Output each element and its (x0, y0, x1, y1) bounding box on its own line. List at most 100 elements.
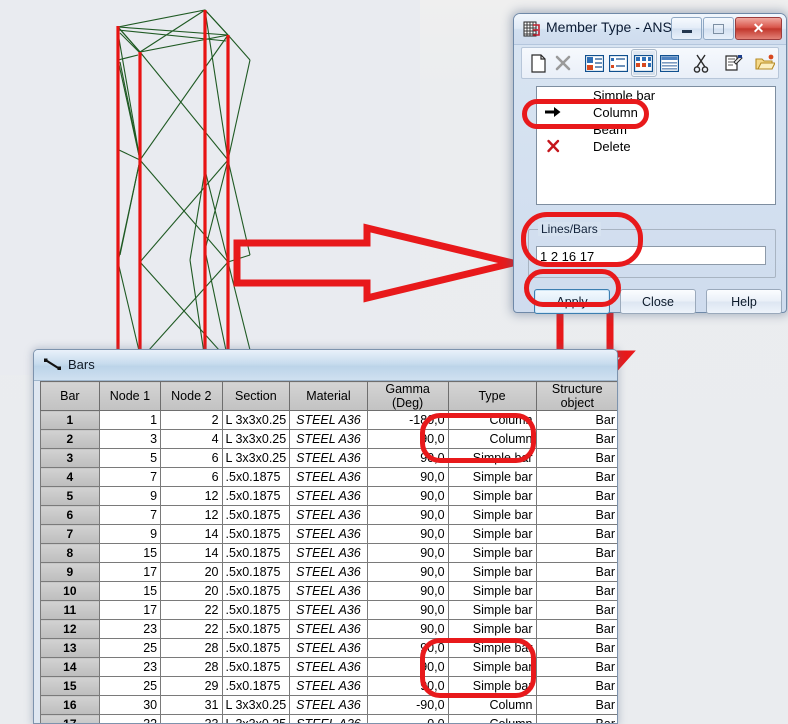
list-item-delete[interactable]: Delete (537, 138, 775, 155)
table-cell[interactable]: STEEL A36 (289, 543, 368, 563)
table-cell[interactable]: .5x0.1875 (221, 619, 291, 639)
table-cell[interactable]: 90,0 (366, 619, 449, 639)
table-cell[interactable]: Simple bar (447, 676, 537, 696)
table-cell[interactable]: 20 (160, 581, 223, 601)
table-cell[interactable]: -180,0 (366, 410, 449, 430)
table-cell[interactable]: 14 (160, 524, 223, 544)
col-header-node2[interactable]: Node 2 (160, 381, 223, 411)
col-header-bar[interactable]: Bar (40, 381, 100, 411)
table-cell[interactable]: L 3x3x0.25 (221, 410, 291, 430)
table-cell[interactable]: STEEL A36 (289, 581, 368, 601)
table-cell[interactable]: 29 (160, 676, 223, 696)
lines-bars-input[interactable]: 1 2 16 17 (536, 246, 766, 265)
table-cell[interactable]: 15 (40, 676, 100, 696)
table-cell[interactable]: 90,0 (366, 505, 449, 525)
table-cell[interactable]: 90,0 (366, 429, 449, 449)
table-row[interactable]: 5 9 12.5x0.1875 STEEL A36 90,0 Simple bar Bar (40, 486, 617, 506)
table-cell[interactable]: 14 (160, 543, 223, 563)
table-cell[interactable]: Bar (535, 714, 617, 723)
table-cell[interactable]: 4 (40, 467, 100, 487)
table-cell[interactable]: 1 (40, 410, 100, 430)
dialog-toolbar[interactable] (521, 47, 779, 79)
table-cell[interactable]: 9 (98, 524, 162, 544)
table-cell[interactable]: 31 (160, 695, 223, 715)
table-cell[interactable]: STEEL A36 (289, 676, 368, 696)
table-cell[interactable]: 17 (98, 600, 162, 620)
table-cell[interactable]: 8 (40, 543, 100, 563)
list-view-icon[interactable] (658, 50, 681, 76)
table-row[interactable]: 8 15 14.5x0.1875 STEEL A36 90,0 Simple bar Bar (40, 543, 617, 563)
table-cell[interactable]: 10 (40, 581, 100, 601)
table-cell[interactable]: STEEL A36 (289, 429, 368, 449)
table-cell[interactable]: L 3x3x0.25 (221, 695, 291, 715)
table-cell[interactable]: STEEL A36 (289, 638, 368, 658)
table-cell[interactable]: STEEL A36 (289, 448, 368, 468)
table-cell[interactable]: 90,0 (366, 543, 449, 563)
table-cell[interactable]: Simple bar (447, 619, 537, 639)
table-cell[interactable]: 11 (40, 600, 100, 620)
table-cell[interactable]: 22 (160, 619, 223, 639)
table-cell[interactable]: -0,0 (366, 714, 449, 723)
table-cell[interactable]: 12 (40, 619, 100, 639)
table-row[interactable]: 356L 3x3x0.25 STEEL A36 90,0 Simple bar Bar (40, 448, 617, 468)
table-cell[interactable]: .5x0.1875 (221, 467, 291, 487)
table-cell[interactable]: 14 (40, 657, 100, 677)
table-row[interactable]: 4 7 6.5x0.1875 STEEL A36 90,0 Simple bar Bar (40, 467, 617, 487)
bars-table[interactable]: Bar Node 1 Node 2 Section Material Gamma… (40, 381, 617, 723)
table-cell[interactable]: STEEL A36 (289, 486, 368, 506)
table-cell[interactable]: L 3x3x0.25 (221, 448, 291, 468)
table-cell[interactable]: 7 (98, 505, 162, 525)
member-type-list[interactable]: Simple bar Column Beam Delete (536, 86, 776, 205)
open-folder-icon[interactable] (754, 50, 777, 76)
table-cell[interactable]: .5x0.1875 (221, 657, 291, 677)
table-cell[interactable]: 25 (98, 638, 162, 658)
table-row[interactable]: 9 17 20.5x0.1875 STEEL A36 90,0 Simple bar Bar (40, 562, 617, 582)
table-cell[interactable]: 7 (98, 467, 162, 487)
table-cell[interactable]: 3 (40, 448, 100, 468)
table-cell[interactable]: .5x0.1875 (221, 600, 291, 620)
table-cell[interactable]: 9 (98, 486, 162, 506)
table-row[interactable]: 15 25 29.5x0.1875 STEEL A36 90,0 Simple bar Ba… (40, 676, 617, 696)
table-cell[interactable]: STEEL A36 (289, 657, 368, 677)
table-cell[interactable]: .5x0.1875 (221, 562, 291, 582)
close-dialog-button[interactable]: Close (620, 289, 696, 314)
table-cell[interactable]: 90,0 (366, 600, 449, 620)
table-cell[interactable]: STEEL A36 (289, 600, 368, 620)
table-cell[interactable]: Column (447, 714, 537, 723)
table-cell[interactable]: Bar (535, 486, 617, 506)
table-cell[interactable]: 90,0 (366, 448, 449, 468)
table-cell[interactable]: -90,0 (366, 695, 449, 715)
table-cell[interactable]: 3 (98, 429, 162, 449)
table-cell[interactable]: 4 (160, 429, 223, 449)
table-cell[interactable]: 9 (40, 562, 100, 582)
table-cell[interactable]: STEEL A36 (289, 505, 368, 525)
table-row[interactable]: 13 25 28.5x0.1875 STEEL A36 90,0 Simple bar Ba… (40, 638, 617, 658)
table-cell[interactable]: 30 (98, 695, 162, 715)
maximize-button[interactable] (703, 17, 734, 40)
table-cell[interactable]: 12 (160, 486, 223, 506)
col-header-material[interactable]: Material (289, 381, 368, 411)
table-cell[interactable]: 15 (98, 581, 162, 601)
table-cell[interactable]: STEEL A36 (289, 410, 368, 430)
tiles-view-icon[interactable] (631, 49, 657, 77)
list-item-beam[interactable]: Beam (537, 121, 775, 138)
properties-icon[interactable] (722, 50, 745, 76)
large-icons-view-icon[interactable] (583, 50, 606, 76)
delete-icon[interactable] (551, 50, 574, 76)
table-row[interactable]: 173233L 3x3x0.25STEEL A36-0,0ColumnBar (40, 714, 617, 723)
table-cell[interactable]: Column (447, 429, 537, 449)
table-cell[interactable]: Bar (535, 657, 617, 677)
table-cell[interactable]: Column (447, 695, 537, 715)
table-cell[interactable]: 6 (40, 505, 100, 525)
minimize-button[interactable] (671, 17, 702, 40)
table-row[interactable]: 11 17 22.5x0.1875 STEEL A36 90,0 Simple bar Ba… (40, 600, 617, 620)
table-cell[interactable]: 90,0 (366, 638, 449, 658)
table-cell[interactable]: Simple bar (447, 638, 537, 658)
table-cell[interactable]: .5x0.1875 (221, 505, 291, 525)
col-header-gamma[interactable]: Gamma (Deg) (366, 381, 449, 411)
table-cell[interactable]: .5x0.1875 (221, 543, 291, 563)
table-cell[interactable]: STEEL A36 (289, 524, 368, 544)
table-row[interactable]: 14 23 28.5x0.1875 STEEL A36 90,0 Simple bar Ba… (40, 657, 617, 677)
help-button[interactable]: Help (706, 289, 782, 314)
new-icon[interactable] (527, 50, 550, 76)
